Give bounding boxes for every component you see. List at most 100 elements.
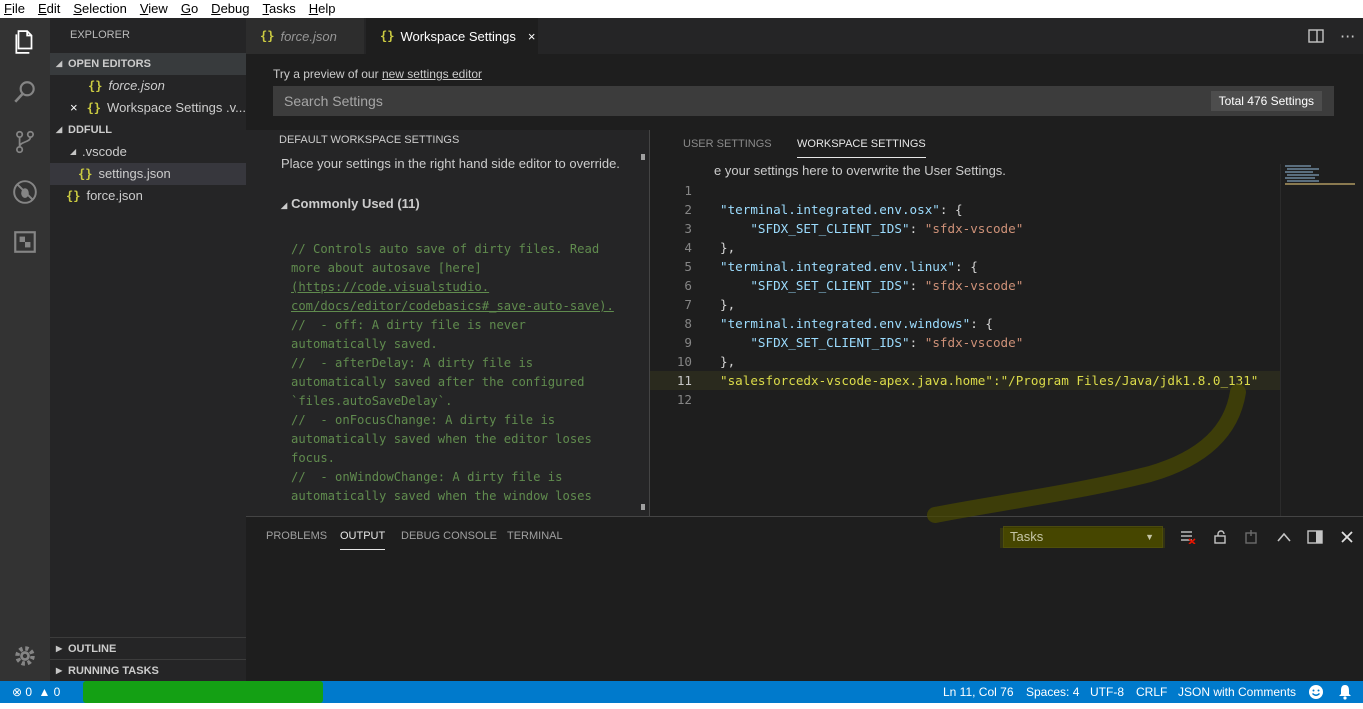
line-number: 10: [676, 354, 692, 369]
open-editors-header[interactable]: ◢ OPEN EDITORS: [50, 53, 246, 75]
cursor-position[interactable]: Ln 11, Col 76: [943, 681, 1014, 703]
project-label: DDFULL: [68, 124, 112, 136]
open-log-icon[interactable]: [1241, 527, 1261, 547]
code-line[interactable]: 2 "terminal.integrated.env.osx": {: [650, 200, 1280, 219]
maximize-panel-icon[interactable]: [1274, 527, 1294, 547]
collapse-triangle-icon: ◢: [281, 201, 288, 210]
tab-workspace-settings-pane[interactable]: WORKSPACE SETTINGS: [797, 136, 926, 158]
json-file-icon: {}: [380, 29, 395, 43]
workspace-settings-pane: USER SETTINGS WORKSPACE SETTINGS e your …: [650, 130, 1363, 516]
chevron-down-icon: ▼: [1145, 532, 1154, 542]
tab-label: Workspace Settings: [400, 28, 516, 44]
tab-label: force.json: [280, 28, 337, 44]
editor-tab-bar: {} force.json {} Workspace Settings × ··…: [246, 18, 1363, 54]
menu-file[interactable]: File: [4, 1, 25, 17]
code-line[interactable]: 6 "SFDX_SET_CLIENT_IDS": "sfdx-vscode": [650, 276, 1280, 295]
outline-label: OUTLINE: [68, 642, 117, 655]
code-line[interactable]: 7},: [650, 295, 1280, 314]
json-value: "sfdx-vscode": [924, 278, 1024, 293]
json-key: "salesforcedx-vscode-apex.java.home": [720, 373, 993, 388]
menu-view[interactable]: View: [140, 1, 168, 17]
menu-debug[interactable]: Debug: [211, 1, 249, 17]
source-control-icon[interactable]: [11, 128, 39, 156]
code-line[interactable]: 9 "SFDX_SET_CLIENT_IDS": "sfdx-vscode": [650, 333, 1280, 352]
close-icon[interactable]: ×: [70, 97, 87, 119]
panel-tab-debug-console[interactable]: DEBUG CONSOLE: [401, 530, 497, 550]
file-settings-json[interactable]: {} settings.json: [50, 163, 246, 185]
open-editor-workspace-settings[interactable]: × {} Workspace Settings .v...: [50, 97, 246, 119]
indentation-status[interactable]: Spaces: 4: [1026, 681, 1079, 703]
folder-vscode[interactable]: ◢ .vscode: [50, 141, 246, 163]
tab-force-json[interactable]: {} force.json: [246, 18, 364, 54]
close-icon[interactable]: ×: [528, 29, 536, 44]
line-number: 9: [684, 335, 692, 350]
collapse-triangle-icon: ◢: [70, 147, 77, 156]
minimap[interactable]: [1280, 164, 1362, 516]
gear-icon[interactable]: [11, 642, 39, 670]
clear-output-icon[interactable]: [1178, 527, 1198, 547]
open-editors-label: OPEN EDITORS: [68, 58, 151, 70]
outline-header[interactable]: ▶ OUTLINE: [50, 637, 246, 659]
running-tasks-header[interactable]: ▶ RUNNING TASKS: [50, 659, 246, 681]
eol-status[interactable]: CRLF: [1136, 681, 1167, 703]
json-key: "terminal.integrated.env.linux": [720, 259, 956, 274]
line-number: 2: [684, 202, 692, 217]
code-line[interactable]: 3 "SFDX_SET_CLIENT_IDS": "sfdx-vscode": [650, 219, 1280, 238]
menu-edit[interactable]: Edit: [38, 1, 60, 17]
menu-go[interactable]: Go: [181, 1, 198, 17]
open-editor-force-json[interactable]: {} force.json: [50, 75, 246, 97]
output-channel-select[interactable]: Tasks ▼: [1003, 526, 1163, 548]
close-panel-icon[interactable]: [1337, 527, 1357, 547]
search-icon[interactable]: [11, 78, 39, 106]
menu-help[interactable]: Help: [309, 1, 336, 17]
code-line[interactable]: 4},: [650, 238, 1280, 257]
menu-selection[interactable]: Selection: [73, 1, 126, 17]
json-value: "/Program Files/Java/jdk1.8.0_131": [1000, 373, 1259, 388]
json-key: "terminal.integrated.env.windows": [720, 316, 971, 331]
language-mode[interactable]: JSON with Comments: [1178, 681, 1296, 703]
code-comment-link[interactable]: (https://code.visualstudio.: [291, 278, 641, 297]
json-punct: },: [720, 354, 736, 369]
json-file-icon: {}: [66, 189, 81, 203]
new-settings-editor-link[interactable]: new settings editor: [382, 67, 482, 81]
toggle-panel-position-icon[interactable]: [1305, 527, 1325, 547]
warning-icon: ▲: [38, 685, 51, 699]
activity-bar: [0, 18, 50, 681]
file-force-json[interactable]: {} force.json: [50, 185, 246, 207]
scrollbar-marker[interactable]: [641, 504, 645, 510]
json-punct: },: [720, 297, 736, 312]
panel-tab-output[interactable]: OUTPUT: [340, 530, 386, 550]
lock-icon[interactable]: [1210, 527, 1230, 547]
commonly-used-group[interactable]: ◢ Commonly Used (11): [281, 196, 420, 211]
debug-icon[interactable]: [11, 178, 39, 206]
tab-workspace-settings[interactable]: {} Workspace Settings ×: [366, 18, 538, 54]
encoding-status[interactable]: UTF-8: [1090, 681, 1124, 703]
window-bottom-edge: [0, 703, 1363, 709]
more-actions-icon[interactable]: ···: [1340, 18, 1355, 54]
project-header[interactable]: ◢ DDFULL: [50, 119, 246, 141]
collapse-triangle-icon: ◢: [56, 59, 63, 68]
code-line[interactable]: 8 "terminal.integrated.env.windows": {: [650, 314, 1280, 333]
problems-status[interactable]: ⊗ 0 ▲ 0: [12, 681, 60, 703]
menu-tasks[interactable]: Tasks: [262, 1, 295, 17]
default-settings-title: DEFAULT WORKSPACE SETTINGS: [279, 134, 460, 146]
preview-notice: Try a preview of our new settings editor: [273, 67, 482, 81]
extensions-icon[interactable]: [11, 228, 39, 256]
explorer-icon[interactable]: [11, 28, 39, 56]
code-line[interactable]: 10},: [650, 352, 1280, 371]
code-line-current[interactable]: 11 "salesforcedx-vscode-apex.java.home":"…: [650, 371, 1280, 390]
tab-user-settings[interactable]: USER SETTINGS: [683, 136, 772, 158]
code-line[interactable]: 5 "terminal.integrated.env.linux": {: [650, 257, 1280, 276]
scrollbar-marker[interactable]: [641, 154, 645, 160]
code-line[interactable]: 12: [650, 390, 1280, 409]
code-line[interactable]: 1: [650, 181, 1280, 200]
code-comment-line: // - off: A dirty file is never: [291, 318, 526, 332]
line-number: 5: [684, 259, 692, 274]
split-editor-icon[interactable]: [1308, 18, 1324, 54]
code-comment-line: // - onWindowChange: A dirty file is: [291, 470, 563, 484]
panel-tab-problems[interactable]: PROBLEMS: [266, 530, 327, 550]
code-comment-link[interactable]: com/docs/editor/codebasics#_save-auto-sa…: [291, 297, 641, 316]
default-settings-code: // Controls auto save of dirty files. Re…: [291, 240, 641, 506]
panel-tab-terminal[interactable]: TERMINAL: [507, 530, 563, 550]
search-settings-input[interactable]: [273, 86, 1193, 116]
